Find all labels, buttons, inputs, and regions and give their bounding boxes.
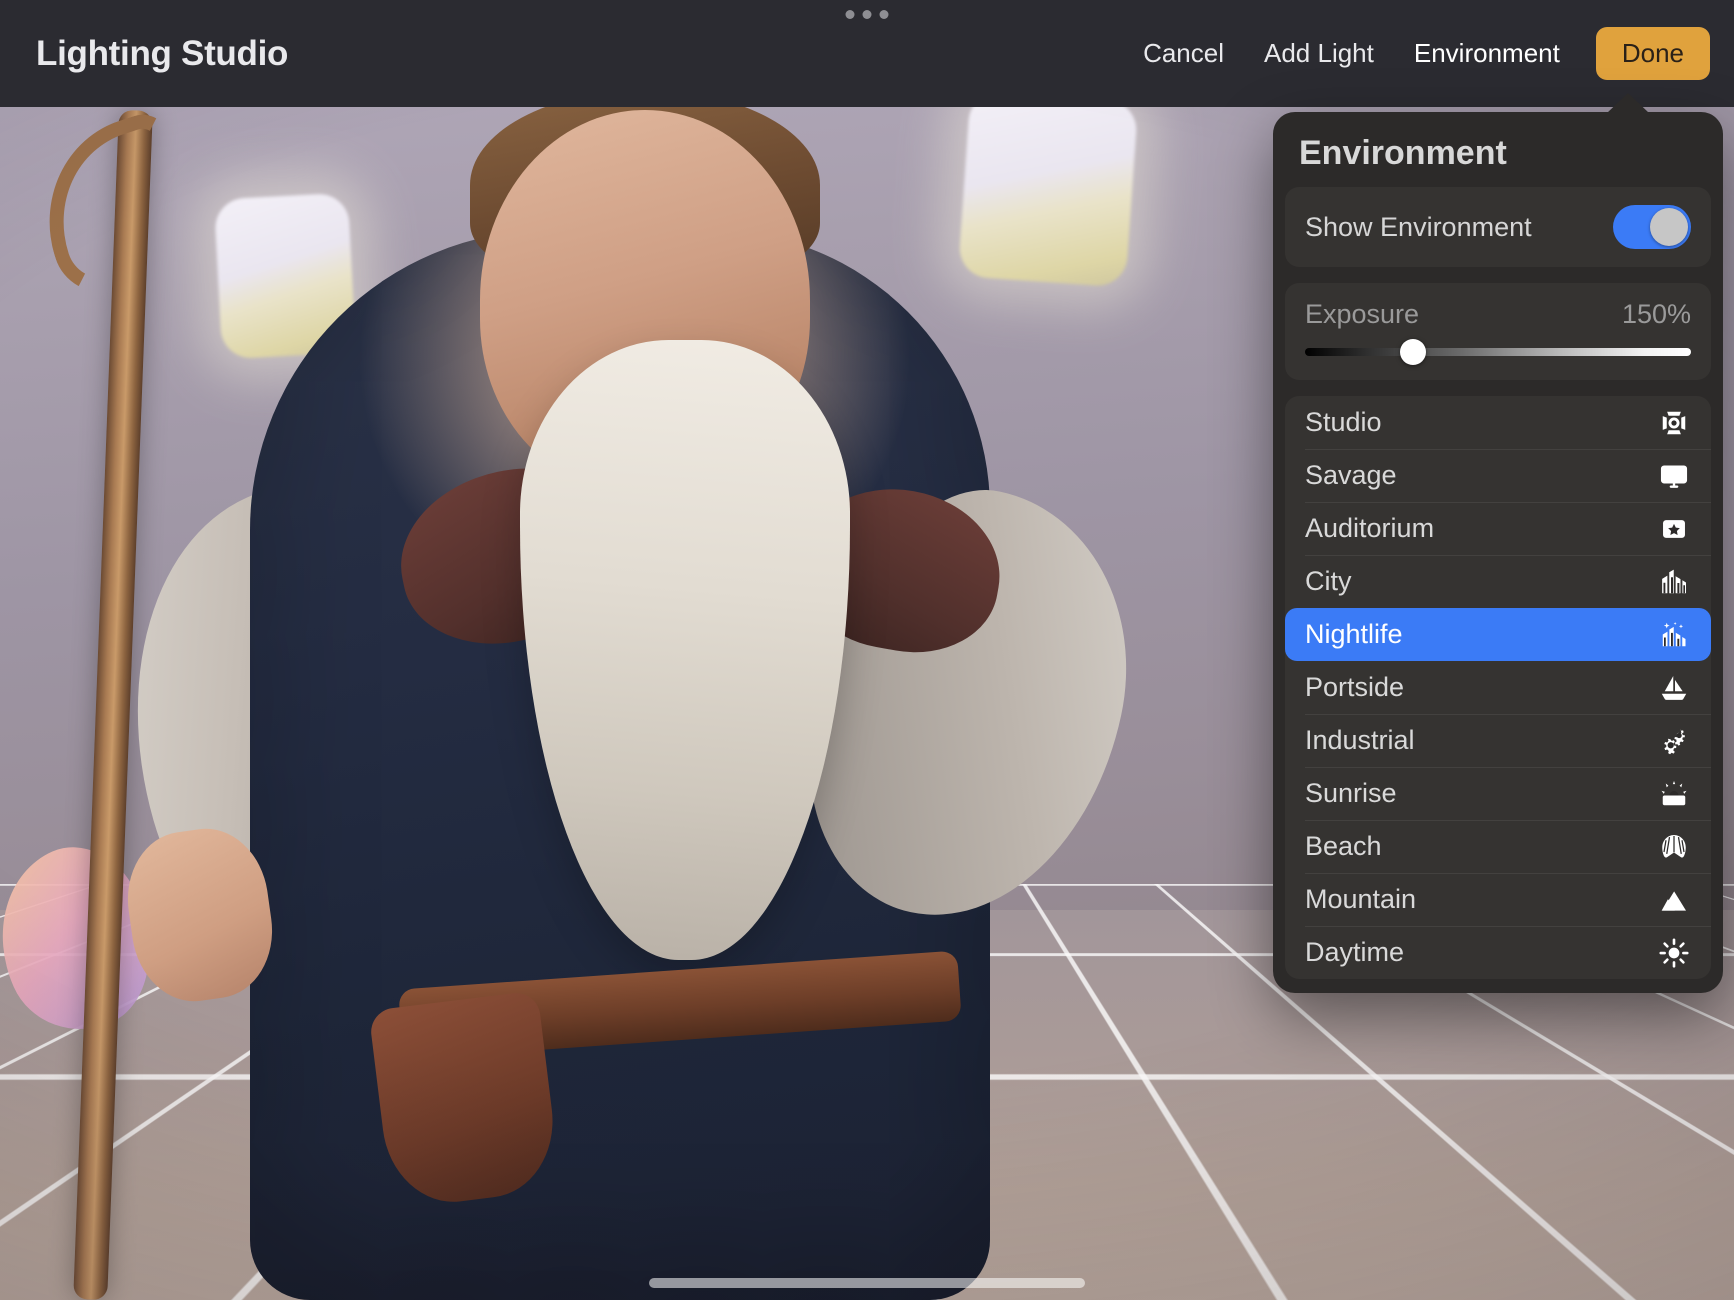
grabber-dot [863,10,872,19]
show-environment-row[interactable]: Show Environment [1285,187,1711,267]
environment-item-city[interactable]: City [1285,555,1711,608]
environment-button[interactable]: Environment [1394,28,1580,79]
exposure-slider[interactable] [1305,348,1691,356]
environment-item-industrial[interactable]: Industrial [1285,714,1711,767]
mountain-icon [1657,883,1691,917]
exposure-header: Exposure 150% [1305,299,1691,330]
environment-item-label: Nightlife [1305,619,1403,650]
environment-item-mountain[interactable]: Mountain [1285,873,1711,926]
environment-item-label: Savage [1305,460,1397,491]
exposure-slider-thumb[interactable] [1400,339,1426,365]
buildings-icon [1657,565,1691,599]
display-icon [1657,459,1691,493]
environment-item-label: Beach [1305,831,1382,862]
home-indicator[interactable] [649,1278,1085,1288]
environment-item-beach[interactable]: Beach [1285,820,1711,873]
environment-item-auditorium[interactable]: Auditorium [1285,502,1711,555]
cancel-button[interactable]: Cancel [1123,28,1244,79]
environment-item-label: City [1305,566,1352,597]
environment-item-label: Sunrise [1305,778,1397,809]
environment-item-label: Portside [1305,672,1404,703]
star-square-icon [1657,512,1691,546]
environment-item-nightlife[interactable]: Nightlife [1285,608,1711,661]
exposure-value: 150% [1622,299,1691,330]
toolbar-actions: Cancel Add Light Environment Done [1123,27,1734,80]
environment-item-studio[interactable]: Studio [1285,396,1711,449]
sailboat-icon [1657,671,1691,705]
environment-item-daytime[interactable]: Daytime [1285,926,1711,979]
seashell-icon [1657,830,1691,864]
show-environment-toggle[interactable] [1613,205,1691,249]
sun-icon [1657,936,1691,970]
grabber-dot [880,10,889,19]
studio-light-icon [1657,406,1691,440]
top-toolbar: Lighting Studio Cancel Add Light Environ… [0,0,1734,107]
environment-item-savage[interactable]: Savage [1285,449,1711,502]
show-environment-group: Show Environment [1285,187,1711,267]
window-grabber-handle[interactable] [846,10,889,19]
environment-item-sunrise[interactable]: Sunrise [1285,767,1711,820]
environment-list: Studio Savage Auditorium City Nightlife Ports… [1285,396,1711,979]
environment-popover: Environment Show Environment Exposure 15… [1273,112,1723,993]
popover-arrow [1607,93,1649,113]
environment-item-label: Auditorium [1305,513,1434,544]
environment-item-label: Studio [1305,407,1382,438]
show-environment-label: Show Environment [1305,212,1532,243]
done-button[interactable]: Done [1596,27,1710,80]
sunrise-icon [1657,777,1691,811]
add-light-button[interactable]: Add Light [1244,28,1394,79]
exposure-group: Exposure 150% [1285,283,1711,380]
environment-item-label: Industrial [1305,725,1415,756]
exposure-label: Exposure [1305,299,1419,330]
toggle-knob [1650,208,1688,246]
environment-item-label: Daytime [1305,937,1404,968]
environment-item-portside[interactable]: Portside [1285,661,1711,714]
app-root: Lighting Studio Cancel Add Light Environ… [0,0,1734,1300]
page-title: Lighting Studio [36,34,288,74]
sparkle-city-icon [1657,618,1691,652]
grabber-dot [846,10,855,19]
popover-title: Environment [1273,112,1723,187]
gears-icon [1657,724,1691,758]
environment-item-label: Mountain [1305,884,1416,915]
